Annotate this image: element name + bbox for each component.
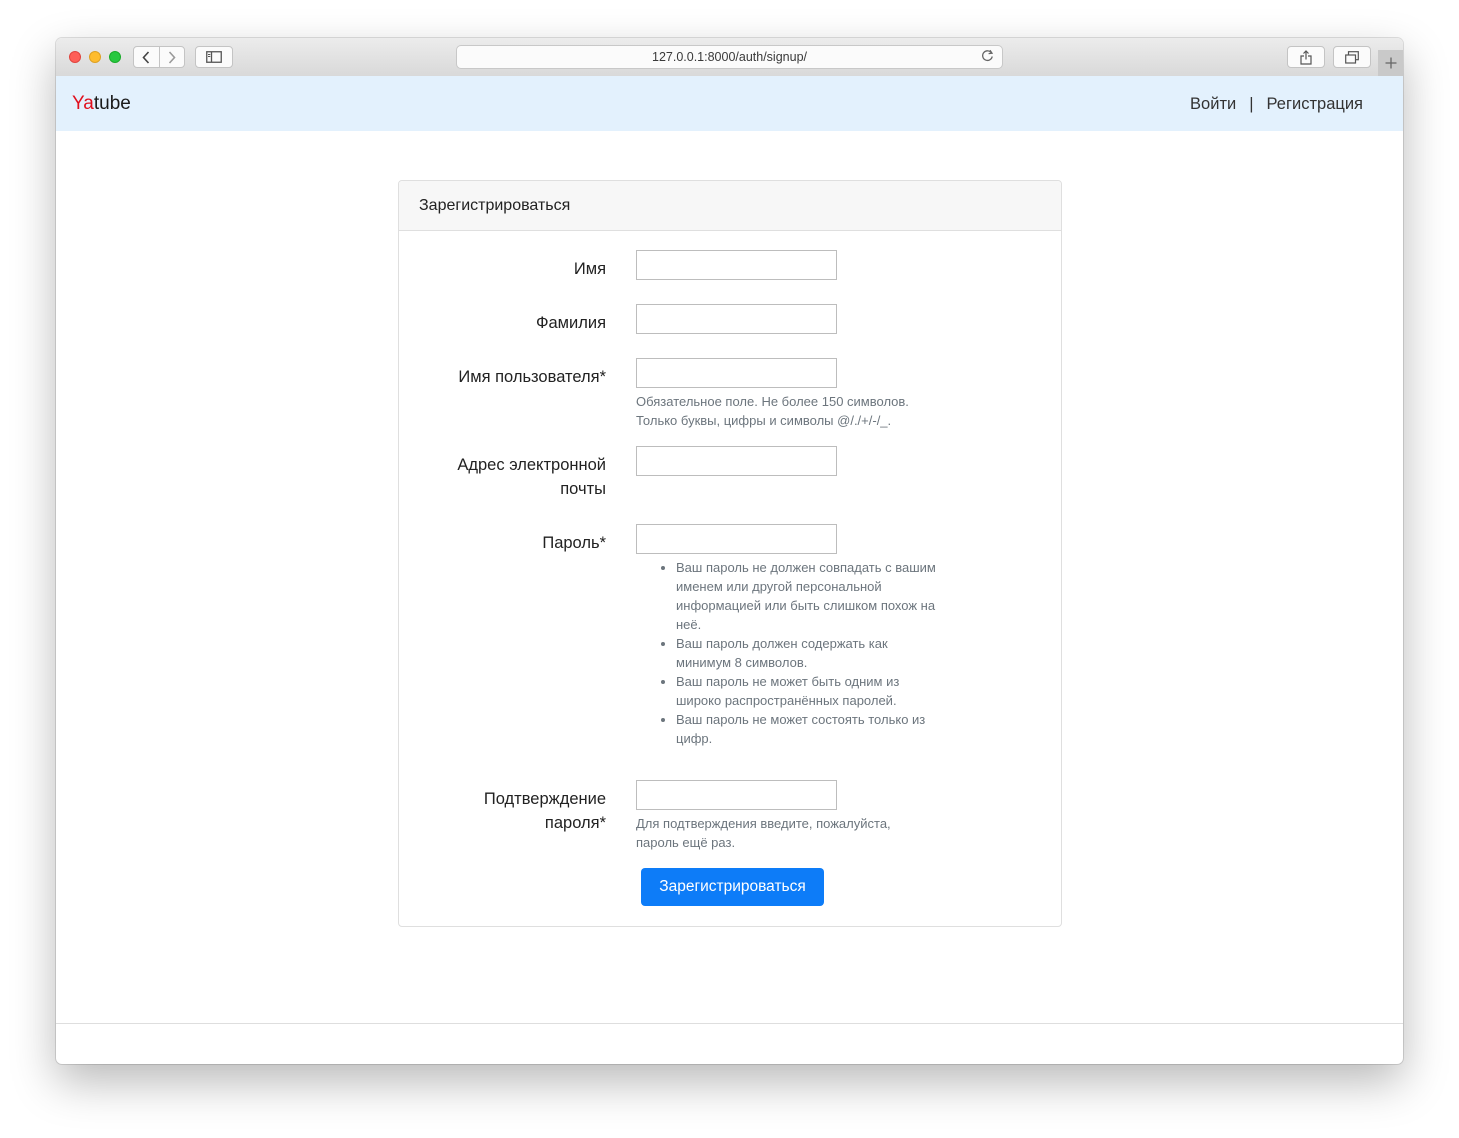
username-help-line2: Только буквы, цифры и символы @/./+/-/_. bbox=[636, 413, 892, 428]
zoom-icon[interactable] bbox=[109, 51, 121, 63]
signup-link[interactable]: Регистрация bbox=[1267, 95, 1363, 114]
password-help-item: Ваш пароль не может состоять только из ц… bbox=[676, 710, 936, 748]
email-label-line1: Адрес электронной bbox=[457, 456, 606, 474]
site-navbar: Yatube Войти | Регистрация bbox=[56, 76, 1403, 131]
email-label: Адрес электронной почты bbox=[457, 453, 606, 501]
password-help-item: Ваш пароль не может быть одним из широко… bbox=[676, 672, 936, 710]
sidebar-icon[interactable] bbox=[195, 46, 233, 68]
password-confirm-label: Подтверждение пароля* bbox=[484, 787, 606, 835]
chevron-left-icon[interactable] bbox=[134, 47, 160, 67]
username-help-line1: Обязательное поле. Не более 150 символов… bbox=[636, 394, 909, 409]
password-help-list: Ваш пароль не должен совпадать с вашим и… bbox=[660, 558, 936, 748]
last-name-label: Фамилия bbox=[535, 314, 606, 332]
email-input[interactable] bbox=[636, 446, 837, 476]
close-icon[interactable] bbox=[69, 51, 81, 63]
username-label: Имя пользователя* bbox=[458, 368, 606, 386]
password-confirm-help: Для подтверждения введите, пожалуйста, п… bbox=[636, 814, 891, 852]
login-link[interactable]: Войти bbox=[1190, 95, 1236, 114]
card-header: Зарегистрироваться bbox=[399, 181, 1061, 231]
brand-logo[interactable]: Yatube bbox=[72, 93, 131, 115]
browser-window: 127.0.0.1:8000/auth/signup/ Yatube Войти… bbox=[56, 38, 1403, 1064]
footer-divider bbox=[56, 1023, 1403, 1024]
username-input[interactable] bbox=[636, 358, 837, 388]
password-confirm-label-line2: пароля* bbox=[544, 814, 606, 832]
brand-suffix: tube bbox=[93, 93, 131, 114]
tabs-overview-icon[interactable] bbox=[1333, 46, 1371, 68]
submit-signup-button[interactable]: Зарегистрироваться bbox=[641, 868, 824, 906]
nav-separator: | bbox=[1249, 95, 1254, 113]
reload-icon[interactable] bbox=[981, 49, 994, 65]
password-label: Пароль* bbox=[542, 534, 606, 552]
nav-links: Войти | Регистрация bbox=[1190, 95, 1363, 114]
history-nav bbox=[133, 46, 185, 68]
last-name-input[interactable] bbox=[636, 304, 837, 334]
first-name-input[interactable] bbox=[636, 250, 837, 280]
browser-toolbar: 127.0.0.1:8000/auth/signup/ bbox=[56, 38, 1403, 77]
card-title: Зарегистрироваться bbox=[419, 197, 571, 214]
password-confirm-label-line1: Подтверждение bbox=[483, 790, 606, 808]
address-bar[interactable]: 127.0.0.1:8000/auth/signup/ bbox=[456, 45, 1003, 69]
password-help-item: Ваш пароль не должен совпадать с вашим и… bbox=[676, 558, 936, 634]
password-help-item: Ваш пароль должен содержать как минимум … bbox=[676, 634, 936, 672]
password-confirm-help-line2: пароль ещё раз. bbox=[636, 835, 736, 850]
share-icon[interactable] bbox=[1287, 46, 1325, 68]
signup-card: Зарегистрироваться Имя Фамилия Имя польз… bbox=[398, 180, 1062, 927]
screen: 127.0.0.1:8000/auth/signup/ Yatube Войти… bbox=[0, 0, 1459, 1138]
url-text: 127.0.0.1:8000/auth/signup/ bbox=[652, 50, 807, 64]
password-input[interactable] bbox=[636, 524, 837, 554]
email-label-line2: почты bbox=[560, 480, 606, 498]
first-name-label: Имя bbox=[573, 260, 606, 278]
chevron-right-icon[interactable] bbox=[160, 47, 185, 67]
password-confirm-help-line1: Для подтверждения введите, пожалуйста, bbox=[636, 816, 891, 831]
username-help: Обязательное поле. Не более 150 символов… bbox=[636, 392, 909, 430]
minimize-icon[interactable] bbox=[89, 51, 101, 63]
brand-prefix: Ya bbox=[72, 93, 94, 114]
plus-icon[interactable] bbox=[1378, 50, 1403, 76]
password-confirm-input[interactable] bbox=[636, 780, 837, 810]
